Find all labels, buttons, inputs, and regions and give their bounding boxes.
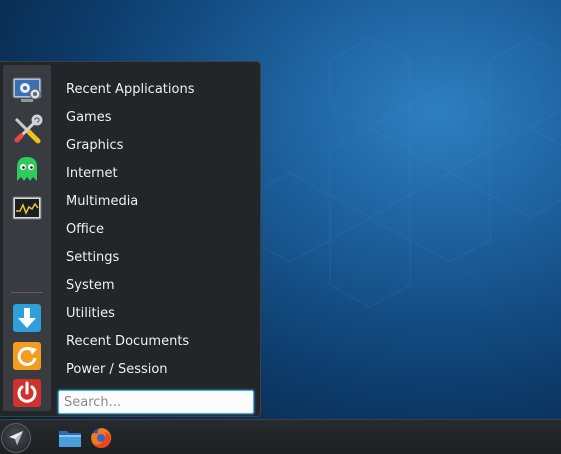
- update-icon[interactable]: [10, 339, 44, 373]
- menu-sidebar: [3, 65, 51, 411]
- sidebar-separator: [11, 292, 43, 293]
- file-manager-icon[interactable]: [58, 426, 82, 450]
- power-icon[interactable]: [10, 376, 44, 410]
- menu-item-settings[interactable]: Settings: [66, 246, 119, 270]
- download-arrow-icon[interactable]: [10, 301, 44, 335]
- menu-item-recent-applications[interactable]: Recent Applications: [66, 78, 194, 102]
- application-launcher-icon: [9, 431, 23, 445]
- firefox-icon[interactable]: [89, 426, 113, 450]
- menu-item-power-session[interactable]: Power / Session: [66, 358, 168, 382]
- application-menu: Recent Applications Games Graphics Inter…: [0, 61, 261, 417]
- system-settings-icon[interactable]: [10, 73, 44, 107]
- menu-item-graphics[interactable]: Graphics: [66, 134, 123, 158]
- menu-item-recent-documents[interactable]: Recent Documents: [66, 330, 189, 354]
- application-launcher-button[interactable]: [1, 423, 31, 453]
- menu-item-utilities[interactable]: Utilities: [66, 302, 115, 326]
- menu-item-system[interactable]: System: [66, 274, 114, 298]
- menu-item-office[interactable]: Office: [66, 218, 104, 242]
- system-monitor-icon[interactable]: [10, 191, 44, 225]
- ghost-game-icon[interactable]: [10, 152, 44, 186]
- search-input[interactable]: [59, 391, 253, 414]
- menu-item-games[interactable]: Games: [66, 106, 111, 130]
- tools-icon[interactable]: [10, 113, 44, 147]
- taskbar: [0, 419, 561, 454]
- menu-item-internet[interactable]: Internet: [66, 162, 118, 186]
- search-box[interactable]: [58, 390, 254, 414]
- menu-item-multimedia[interactable]: Multimedia: [66, 190, 138, 214]
